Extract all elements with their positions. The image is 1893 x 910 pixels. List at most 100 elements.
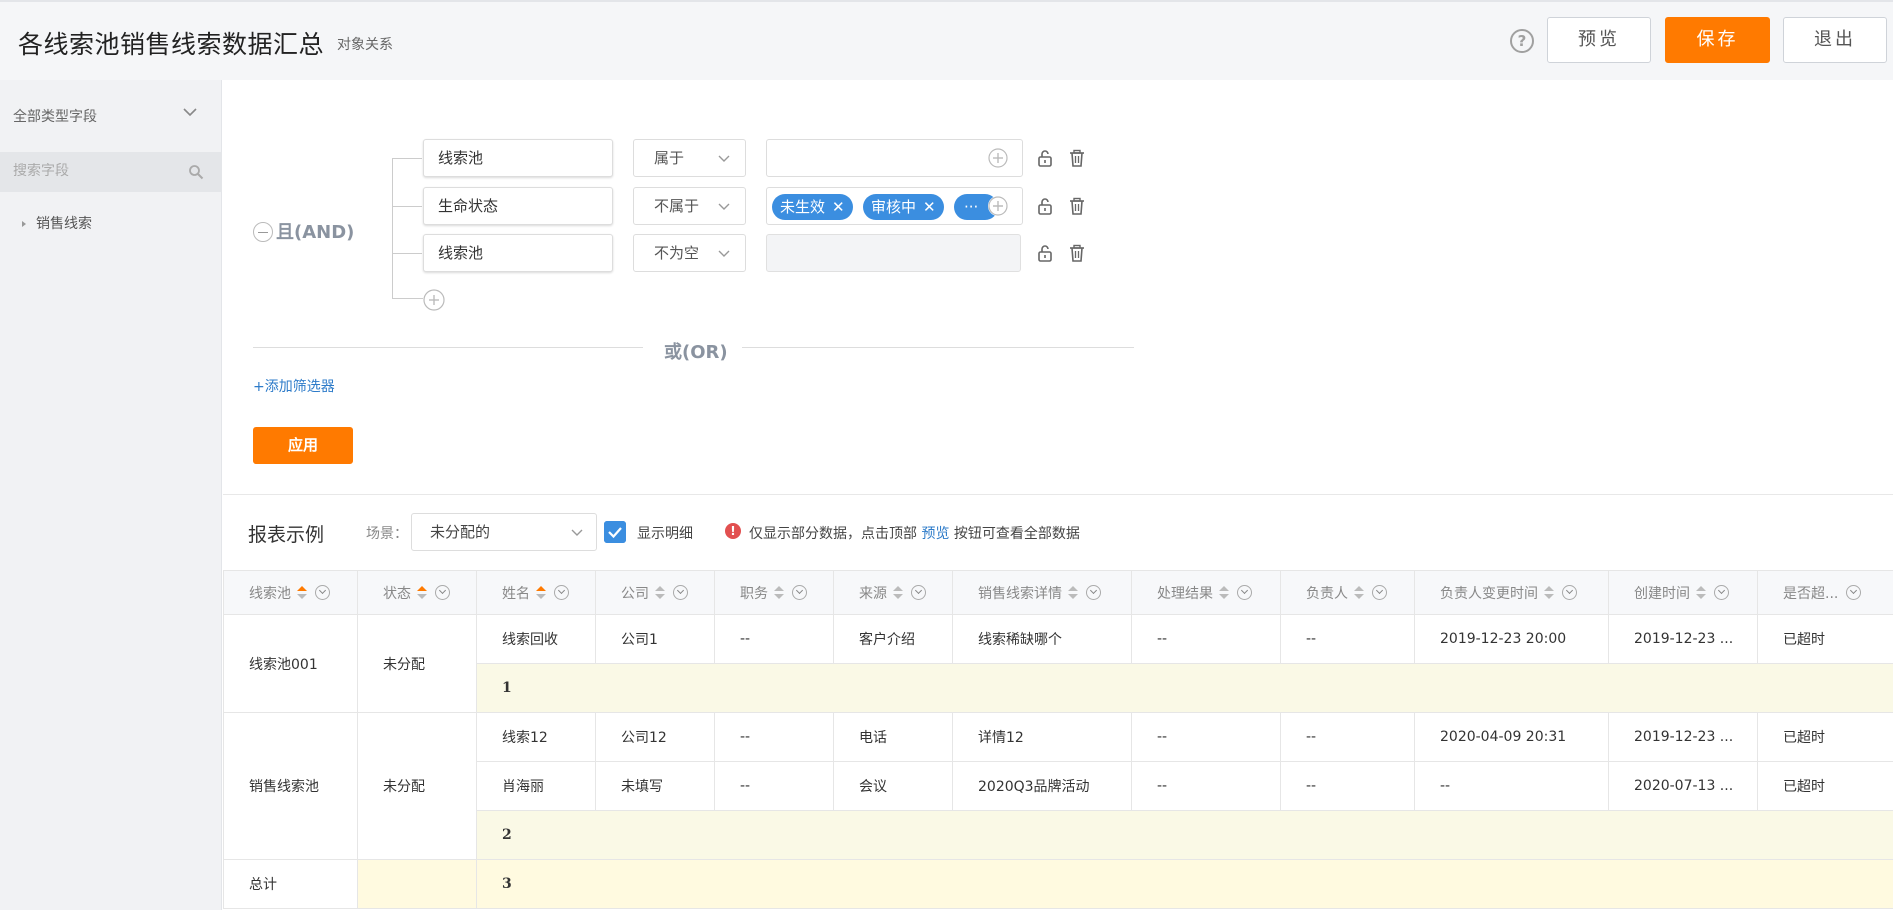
condition-field-select[interactable]: 生命状态 <box>423 187 613 225</box>
column-header[interactable]: 销售线索详情 <box>952 570 1132 615</box>
sort-icon[interactable] <box>774 585 784 600</box>
add-condition-icon[interactable] <box>423 289 445 311</box>
column-menu-icon[interactable] <box>792 585 807 600</box>
alert-icon: ! <box>725 523 741 539</box>
column-menu-icon[interactable] <box>315 585 330 600</box>
save-button[interactable]: 保存 <box>1665 17 1770 63</box>
tree-item-label: 销售线索 <box>36 216 92 232</box>
add-value-icon[interactable] <box>988 196 1008 216</box>
condition-operator-select[interactable]: 不为空 <box>633 234 746 272</box>
column-menu-icon[interactable] <box>1562 585 1577 600</box>
notice-text: 按钮可查看全部数据 <box>953 526 1080 542</box>
sort-icon[interactable] <box>417 585 427 600</box>
field-search-box <box>0 152 222 192</box>
remove-tag-icon[interactable]: ✕ <box>832 198 845 216</box>
sort-icon[interactable] <box>1219 585 1229 600</box>
show-detail-label: 显示明细 <box>637 526 693 542</box>
total-empty-cell <box>357 859 477 909</box>
tag-label: 未生效 <box>780 198 826 216</box>
unlock-icon[interactable] <box>1036 244 1054 262</box>
caret-right-icon[interactable] <box>22 221 26 227</box>
column-header[interactable]: 处理结果 <box>1131 570 1281 615</box>
field-type-dropdown[interactable]: 全部类型字段 <box>13 106 97 126</box>
show-detail-checkbox[interactable] <box>604 521 626 543</box>
sort-icon[interactable] <box>655 585 665 600</box>
column-header[interactable]: 来源 <box>833 570 953 615</box>
column-menu-icon[interactable] <box>1237 585 1252 600</box>
sort-icon[interactable] <box>536 585 546 600</box>
help-icon[interactable]: ? <box>1510 29 1534 53</box>
condition-value-input[interactable] <box>766 139 1023 177</box>
column-menu-icon[interactable] <box>435 585 450 600</box>
column-header[interactable]: 状态 <box>357 570 477 615</box>
condition-value-input[interactable]: 未生效 ✕ 审核中 ✕ ··· <box>766 187 1023 225</box>
report-table: 线索池 状态 姓名 公司 职务 来源 销售线索详情 处理结果 负责人 负责人变更… <box>223 570 1893 909</box>
sort-icon[interactable] <box>1068 585 1078 600</box>
table-cell: 未填写 <box>595 761 715 811</box>
partial-data-notice: 仅显示部分数据，点击顶部 预览 按钮可查看全部数据 <box>749 523 1080 543</box>
trash-icon[interactable] <box>1068 244 1086 262</box>
column-menu-icon[interactable] <box>1846 585 1862 600</box>
column-header[interactable]: 线索池 <box>223 570 358 615</box>
column-menu-icon[interactable] <box>554 585 569 600</box>
sort-icon[interactable] <box>1354 585 1364 600</box>
condition-operator-select[interactable]: 属于 <box>633 139 746 177</box>
field-search-input[interactable] <box>13 163 173 179</box>
table-cell: 已超时 <box>1757 761 1893 811</box>
column-header[interactable]: 负责人 <box>1280 570 1415 615</box>
chevron-down-icon[interactable] <box>182 104 198 120</box>
condition-operator-select[interactable]: 不属于 <box>633 187 746 225</box>
status-cell: 未分配 <box>357 712 477 860</box>
table-cell: 线索稀缺哪个 <box>952 614 1132 664</box>
total-label: 总计 <box>223 859 358 909</box>
unlock-icon[interactable] <box>1036 197 1054 215</box>
column-menu-icon[interactable] <box>1714 585 1729 600</box>
notice-preview-link[interactable]: 预览 <box>921 526 949 542</box>
operator-label: 不为空 <box>654 244 700 262</box>
sort-icon[interactable] <box>1544 585 1554 600</box>
table-cell: 2020-04-09 20:31 <box>1414 712 1609 762</box>
column-header[interactable]: 创建时间 <box>1608 570 1758 615</box>
remove-tag-icon[interactable]: ✕ <box>923 198 936 216</box>
scene-select[interactable]: 未分配的 <box>411 513 597 551</box>
and-group-label: 且(AND) <box>276 222 355 243</box>
exit-button[interactable]: 退出 <box>1783 17 1887 63</box>
tree-item-sales-lead[interactable]: 销售线索 <box>22 213 92 233</box>
column-menu-icon[interactable] <box>673 585 688 600</box>
column-menu-icon[interactable] <box>911 585 926 600</box>
add-filter-link[interactable]: +添加筛选器 <box>253 376 335 396</box>
trash-icon[interactable] <box>1068 197 1086 215</box>
column-header[interactable]: 负责人变更时间 <box>1414 570 1609 615</box>
lead-name-link[interactable]: 肖海丽 <box>476 761 596 811</box>
column-menu-icon[interactable] <box>1372 585 1387 600</box>
apply-button[interactable]: 应用 <box>253 427 353 464</box>
column-menu-icon[interactable] <box>1086 585 1101 600</box>
column-header[interactable]: 公司 <box>595 570 715 615</box>
column-header[interactable]: 是否超... <box>1757 570 1893 615</box>
sort-icon[interactable] <box>1696 585 1706 600</box>
condition-field-select[interactable]: 线索池 <box>423 234 613 272</box>
condition-field-select[interactable]: 线索池 <box>423 139 613 177</box>
trash-icon[interactable] <box>1068 149 1086 167</box>
collapse-group-icon[interactable] <box>253 222 273 242</box>
table-cell: 会议 <box>833 761 953 811</box>
table-cell: -- <box>714 614 834 664</box>
preview-button[interactable]: 预览 <box>1547 17 1651 63</box>
notice-text: 仅显示部分数据，点击顶部 <box>749 526 917 542</box>
field-sidebar: 全部类型字段 销售线索 <box>0 80 222 910</box>
table-cell: 详情12 <box>952 712 1132 762</box>
table-cell: 公司1 <box>595 614 715 664</box>
table-cell: -- <box>1280 712 1415 762</box>
search-icon[interactable] <box>188 164 204 180</box>
sort-icon[interactable] <box>297 585 307 600</box>
add-value-icon[interactable] <box>988 148 1008 168</box>
table-cell: 客户介绍 <box>833 614 953 664</box>
column-header[interactable]: 职务 <box>714 570 834 615</box>
lead-name-link[interactable]: 线索回收 <box>476 614 596 664</box>
group-bracket-branch <box>392 253 422 254</box>
sort-icon[interactable] <box>893 585 903 600</box>
chevron-down-icon <box>571 529 583 536</box>
lead-name-link[interactable]: 线索12 <box>476 712 596 762</box>
column-header[interactable]: 姓名 <box>476 570 596 615</box>
unlock-icon[interactable] <box>1036 149 1054 167</box>
